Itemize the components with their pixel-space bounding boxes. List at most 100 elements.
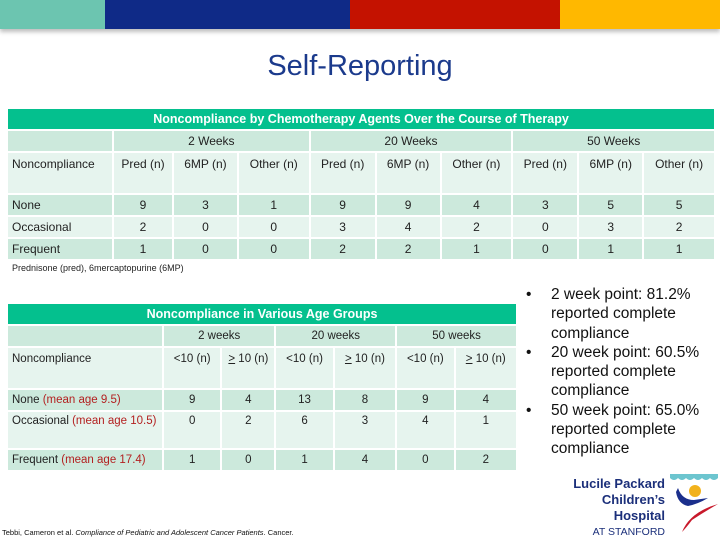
bullet-text: 20 week point: 60.5% reported complete c… — [551, 343, 700, 400]
cell: 3 — [310, 217, 375, 237]
period-header: 2 weeks — [164, 326, 275, 346]
column-header-text: 10 (n) — [351, 353, 385, 365]
color-band-teal — [0, 0, 105, 29]
table-row: None 9 3 1 9 9 4 3 5 5 — [8, 195, 714, 215]
running-child-icon — [670, 474, 718, 532]
bullet-item: • 20 week point: 60.5% reported complete … — [526, 343, 716, 401]
period-header: 20 weeks — [276, 326, 396, 346]
column-header: > 10 (n) — [334, 348, 396, 388]
row-label-text: Frequent — [12, 454, 59, 466]
row-label-text: Occasional — [12, 415, 69, 427]
cell: 13 — [276, 390, 333, 410]
row-label: Occasional (mean age 10.5) — [8, 412, 162, 448]
cell: 9 — [310, 195, 375, 215]
empty-cell — [8, 131, 112, 151]
cell: 1 — [455, 412, 516, 448]
cell: 5 — [579, 195, 643, 215]
row-label: Frequent (mean age 17.4) — [8, 450, 162, 470]
top-color-bar — [0, 0, 720, 29]
column-header: Other (n) — [441, 153, 512, 193]
row-label: None (mean age 9.5) — [8, 390, 162, 410]
bullet-text: 2 week point: 81.2% reported complete co… — [551, 286, 691, 342]
cell: 8 — [334, 390, 396, 410]
row-header: Noncompliance — [8, 348, 162, 388]
cell: 3 — [174, 195, 237, 215]
row-label: None — [8, 195, 112, 215]
citation: Tebbi, Cameron et al. Compliance of Pedi… — [2, 528, 294, 537]
cell: 0 — [164, 412, 221, 448]
mean-age-note: (mean age 10.5) — [72, 415, 157, 427]
cell: 2 — [310, 239, 375, 259]
cell: 4 — [376, 217, 440, 237]
citation-title: Compliance of Pediatric and Adolescent C… — [75, 528, 264, 537]
column-header-text: 10 (n) — [235, 353, 269, 365]
logo-line1: Lucile Packard — [573, 476, 665, 491]
cell: 2 — [376, 239, 440, 259]
bullet-text: 50 week point: 65.0% reported complete c… — [551, 401, 700, 458]
bullet-item: • 50 week point: 65.0% reported complete … — [526, 401, 716, 459]
cell: 0 — [174, 239, 237, 259]
chemo-noncompliance-table: Noncompliance by Chemotherapy Agents Ove… — [6, 107, 716, 261]
table-row: Occasional (mean age 10.5) 0 2 6 3 4 1 — [8, 412, 516, 448]
cell: 2 — [455, 450, 516, 470]
cell: 4 — [334, 450, 396, 470]
cell: 4 — [455, 390, 516, 410]
cell: 1 — [114, 239, 172, 259]
logo-text: Lucile Packard Children’s Hospital AT ST… — [555, 476, 665, 540]
column-header: 6MP (n) — [174, 153, 237, 193]
color-band-gold — [560, 0, 720, 29]
cell: 3 — [334, 412, 396, 448]
cell: 4 — [397, 412, 454, 448]
column-header: > 10 (n) — [455, 348, 516, 388]
period-header: 50 weeks — [397, 326, 516, 346]
cell: 0 — [238, 217, 309, 237]
column-header: Pred (n) — [310, 153, 375, 193]
table-row: Occasional 2 0 0 3 4 2 0 3 2 — [8, 217, 714, 237]
cell: 5 — [644, 195, 714, 215]
cell: 0 — [397, 450, 454, 470]
cell: 4 — [441, 195, 512, 215]
citation-authors: Tebbi, Cameron et al. — [2, 528, 74, 537]
cell: 0 — [174, 217, 237, 237]
cell: 6 — [276, 412, 333, 448]
period-header: 2 Weeks — [114, 131, 309, 151]
row-label: Frequent — [8, 239, 112, 259]
period-header: 50 Weeks — [513, 131, 714, 151]
column-header: <10 (n) — [164, 348, 221, 388]
summary-bullets: • 2 week point: 81.2% reported complete c… — [526, 285, 716, 459]
cell: 1 — [164, 450, 221, 470]
table-title: Noncompliance in Various Age Groups — [8, 304, 516, 324]
table-row: Frequent (mean age 17.4) 1 0 1 4 0 2 — [8, 450, 516, 470]
age-group-noncompliance-table: Noncompliance in Various Age Groups 2 we… — [6, 302, 518, 472]
column-header: <10 (n) — [276, 348, 333, 388]
column-header: Pred (n) — [114, 153, 172, 193]
column-header: > 10 (n) — [222, 348, 275, 388]
cell: 1 — [238, 195, 309, 215]
table-row: Frequent 1 0 0 2 2 1 0 1 1 — [8, 239, 714, 259]
bullet-icon: • — [526, 401, 532, 419]
citation-journal: . Cancer. — [263, 528, 294, 537]
column-header: 6MP (n) — [579, 153, 643, 193]
table-row: None (mean age 9.5) 9 4 13 8 9 4 — [8, 390, 516, 410]
period-header: 20 Weeks — [310, 131, 512, 151]
cell: 2 — [441, 217, 512, 237]
color-band-navy — [105, 0, 350, 29]
cell: 2 — [222, 412, 275, 448]
row-label: Occasional — [8, 217, 112, 237]
column-header-text: 10 (n) — [472, 353, 506, 365]
cell: 9 — [164, 390, 221, 410]
column-header: <10 (n) — [397, 348, 454, 388]
column-header: Other (n) — [238, 153, 309, 193]
page-title: Self-Reporting — [267, 50, 453, 82]
cell: 0 — [238, 239, 309, 259]
mean-age-note: (mean age 17.4) — [61, 454, 146, 466]
cell: 4 — [222, 390, 275, 410]
cell: 9 — [397, 390, 454, 410]
column-header: 6MP (n) — [376, 153, 440, 193]
mean-age-note: (mean age 9.5) — [42, 394, 121, 406]
cell: 0 — [222, 450, 275, 470]
row-label-text: None — [12, 394, 40, 406]
bullet-icon: • — [526, 286, 532, 303]
cell: 1 — [644, 239, 714, 259]
cell: 1 — [276, 450, 333, 470]
